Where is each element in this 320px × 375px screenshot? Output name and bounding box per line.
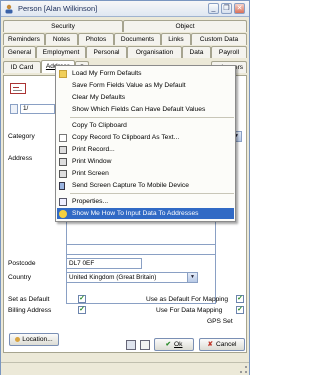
menu-item-label: Copy Record To Clipboard As Text... [72, 134, 180, 141]
menu-item-label: Show Me How To Input Data To Addresses [72, 210, 199, 217]
restore-button[interactable]: ❐ [221, 3, 232, 14]
tab-documents[interactable]: Documents [114, 33, 161, 45]
country-label: Country [8, 274, 32, 281]
menu-item-properties[interactable]: Properties... [57, 196, 234, 207]
menu-item-clear-defaults[interactable]: Clear My Defaults [57, 92, 234, 103]
menu-item-copy-record[interactable]: Copy Record To Clipboard As Text... [57, 132, 234, 143]
menu-item-send-capture[interactable]: Send Screen Capture To Mobile Device [57, 180, 234, 191]
person-window: Person [Alan Wilkinson] _ ❐ ✕ Security O… [0, 0, 250, 375]
gps-set-label: GPS Set [207, 318, 233, 325]
minimize-button[interactable]: _ [208, 3, 219, 14]
billing-address-checkbox[interactable]: ✓ [78, 306, 86, 314]
ok-check-icon: ✔ [165, 341, 172, 348]
mapping-default-checkbox[interactable]: ✓ [236, 295, 244, 303]
country-value: United Kingdom (Great Britain) [69, 274, 157, 281]
cancel-x-icon: ✘ [207, 341, 213, 348]
tab-photos[interactable]: Photos [78, 33, 114, 45]
close-button[interactable]: ✕ [234, 3, 245, 14]
menu-item-print-window[interactable]: Print Window [57, 156, 234, 167]
category-label: Category [8, 133, 35, 140]
menu-item-label: Clear My Defaults [72, 94, 126, 101]
menu-item-label: Properties... [72, 198, 109, 205]
tab-employment[interactable]: Employment [36, 46, 86, 58]
help-icon [59, 210, 67, 218]
window-title: Person [Alan Wilkinson] [18, 4, 98, 13]
tab-id-card[interactable]: ID Card [3, 61, 41, 73]
copy-icon [59, 134, 67, 142]
menu-separator [70, 193, 234, 194]
title-bar[interactable]: Person [Alan Wilkinson] _ ❐ ✕ [1, 1, 249, 17]
tab-personal[interactable]: Personal [86, 46, 127, 58]
resize-grip-icon[interactable] [240, 366, 247, 373]
location-button-label: Location... [22, 336, 53, 343]
tab-payroll[interactable]: Payroll [211, 46, 247, 58]
menu-item-load-defaults[interactable]: Load My Form Defaults [57, 68, 234, 79]
context-menu: Load My Form Defaults Save Form Fields V… [55, 65, 236, 222]
status-bar [1, 362, 249, 375]
location-icon [15, 336, 21, 342]
set-default-checkbox[interactable]: ✓ [78, 295, 86, 303]
location-button[interactable]: Location... [9, 333, 59, 346]
menu-item-label: Print Record... [72, 146, 115, 153]
properties-icon [59, 198, 67, 206]
country-dropdown[interactable]: United Kingdom (Great Britain) ▼ [66, 272, 198, 283]
record-counter: 1/ [20, 104, 55, 114]
billing-address-label: Billing Address [8, 307, 52, 314]
ok-label: Ok [174, 341, 183, 348]
record-counter-text: 1/ [23, 105, 29, 112]
person-icon [5, 4, 13, 14]
nav-first-button[interactable] [10, 104, 18, 114]
address-line-field[interactable] [66, 244, 216, 255]
menu-item-save-defaults[interactable]: Save Form Fields Value as My Default [57, 80, 234, 91]
print-icon [59, 170, 67, 178]
tab-reminders[interactable]: Reminders [3, 33, 45, 45]
tab-notes[interactable]: Notes [45, 33, 78, 45]
tab-object[interactable]: Object [123, 20, 247, 32]
cancel-label: Cancel [216, 341, 237, 348]
print-icon [59, 146, 67, 154]
tab-organisation[interactable]: Organisation [127, 46, 182, 58]
postcode-label: Postcode [8, 260, 36, 267]
menu-item-label: Print Screen [72, 170, 109, 177]
print-icon [59, 158, 67, 166]
menu-item-print-record[interactable]: Print Record... [57, 144, 234, 155]
mobile-icon [59, 182, 65, 190]
menu-item-show-default-fields[interactable]: Show Which Fields Can Have Default Value… [57, 104, 234, 115]
address-label: Address [8, 155, 33, 162]
mapping-default-label: Use as Default For Mapping [146, 296, 229, 303]
set-default-label: Set as Default [8, 296, 50, 303]
tab-custom-data[interactable]: Custom Data [191, 33, 247, 45]
menu-item-print-screen[interactable]: Print Screen [57, 168, 234, 179]
print-icon[interactable] [140, 340, 150, 350]
cancel-button[interactable]: ✘ Cancel [199, 338, 245, 351]
minimize-icon: _ [211, 5, 216, 12]
menu-item-label: Load My Form Defaults [72, 70, 142, 77]
menu-item-label: Send Screen Capture To Mobile Device [72, 182, 189, 189]
folder-icon [59, 70, 67, 78]
tab-data[interactable]: Data [182, 46, 211, 58]
menu-item-show-me-how[interactable]: Show Me How To Input Data To Addresses [57, 208, 234, 219]
restore-icon: ❐ [223, 5, 230, 12]
chevron-down-icon: ▼ [187, 273, 197, 282]
data-mapping-checkbox[interactable]: ✓ [236, 306, 244, 314]
tab-security[interactable]: Security [3, 20, 123, 32]
menu-separator [70, 117, 234, 118]
menu-item-label: Print Window [72, 158, 112, 165]
tab-general[interactable]: General [3, 46, 36, 58]
address-card-icon[interactable] [10, 83, 26, 94]
menu-item-label: Copy To Clipboard [72, 122, 127, 129]
postcode-field[interactable]: DL7 0EF [66, 258, 142, 269]
save-icon[interactable] [126, 340, 136, 350]
data-mapping-label: Use For Data Mapping [156, 307, 223, 314]
menu-item-copy-clipboard[interactable]: Copy To Clipboard [57, 120, 234, 131]
tab-links[interactable]: Links [161, 33, 191, 45]
ok-button[interactable]: ✔ Ok [154, 338, 194, 351]
close-icon: ✕ [236, 5, 243, 12]
menu-item-label: Show Which Fields Can Have Default Value… [72, 106, 206, 113]
menu-item-label: Save Form Fields Value as My Default [72, 82, 186, 89]
